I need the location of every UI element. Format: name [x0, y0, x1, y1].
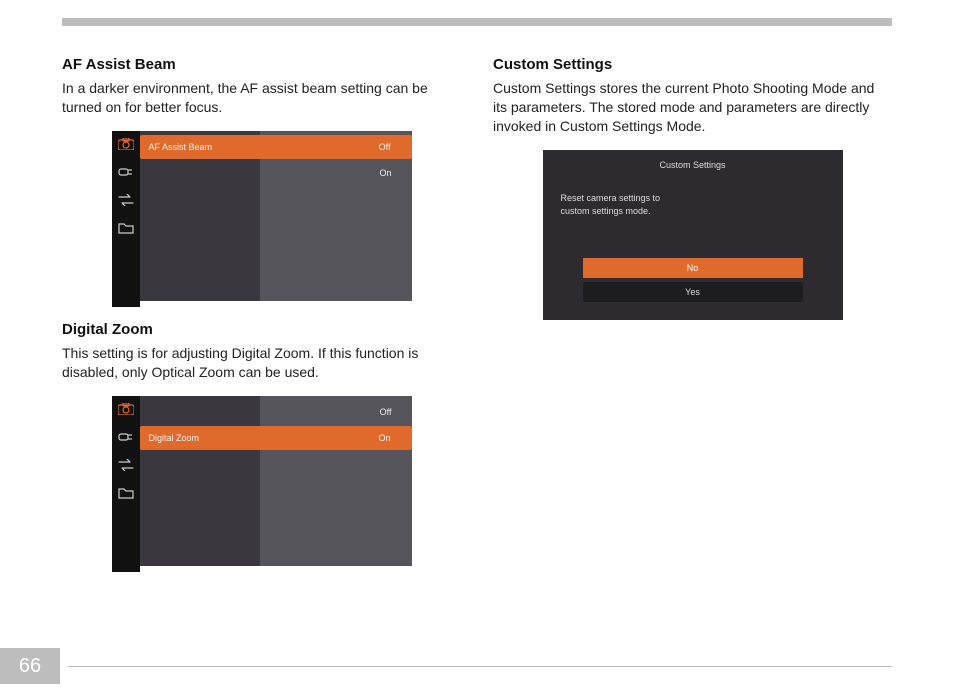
- row-label-empty: [140, 400, 260, 424]
- folder-icon: [118, 486, 134, 500]
- af-assist-heading: AF Assist Beam: [62, 56, 461, 73]
- digital-zoom-screenshot: Off Digital Zoom On: [112, 396, 412, 566]
- menu-sidebar: [112, 131, 140, 307]
- custom-settings-heading: Custom Settings: [493, 56, 892, 73]
- row-label: AF Assist Beam: [141, 136, 261, 158]
- transfer-icon: [118, 458, 134, 472]
- row-value-on: On: [260, 161, 412, 185]
- digital-zoom-row-off[interactable]: Off: [140, 400, 412, 424]
- custom-settings-body: Custom Settings stores the current Photo…: [493, 79, 892, 136]
- af-assist-row[interactable]: AF Assist Beam Off: [140, 135, 412, 159]
- content-columns: AF Assist Beam In a darker environment, …: [62, 56, 892, 586]
- dialog-message: Reset camera settings to custom settings…: [561, 192, 661, 219]
- folder-icon: [118, 221, 134, 235]
- page-top-bar: [62, 18, 892, 26]
- digital-zoom-heading: Digital Zoom: [62, 321, 461, 338]
- row-label: Digital Zoom: [141, 427, 261, 449]
- dialog-title: Custom Settings: [543, 150, 843, 170]
- row-value-off: Off: [261, 136, 411, 158]
- transfer-icon: [118, 193, 134, 207]
- plug-icon: [118, 165, 134, 179]
- af-assist-screenshot: AF Assist Beam Off On: [112, 131, 412, 301]
- menu-sidebar: [112, 396, 140, 572]
- right-column: Custom Settings Custom Settings stores t…: [493, 56, 892, 586]
- dialog-message-l1: Reset camera settings to: [561, 193, 661, 203]
- no-button[interactable]: No: [583, 258, 803, 278]
- left-column: AF Assist Beam In a darker environment, …: [62, 56, 461, 586]
- af-assist-body: In a darker environment, the AF assist b…: [62, 79, 461, 117]
- row-value-on: On: [261, 427, 411, 449]
- row-value-off: Off: [260, 400, 412, 424]
- custom-settings-screenshot: Custom Settings Reset camera settings to…: [543, 150, 843, 320]
- af-assist-row-on[interactable]: On: [140, 161, 412, 185]
- camera-icon: [118, 402, 134, 416]
- digital-zoom-row[interactable]: Digital Zoom On: [140, 426, 412, 450]
- camera-icon: [118, 137, 134, 151]
- page-bottom-line: [68, 666, 892, 667]
- yes-button[interactable]: Yes: [583, 282, 803, 302]
- digital-zoom-body: This setting is for adjusting Digital Zo…: [62, 344, 461, 382]
- page-number: 66: [0, 648, 60, 684]
- plug-icon: [118, 430, 134, 444]
- row-label-empty: [140, 161, 260, 185]
- dialog-message-l2: custom settings mode.: [561, 206, 651, 216]
